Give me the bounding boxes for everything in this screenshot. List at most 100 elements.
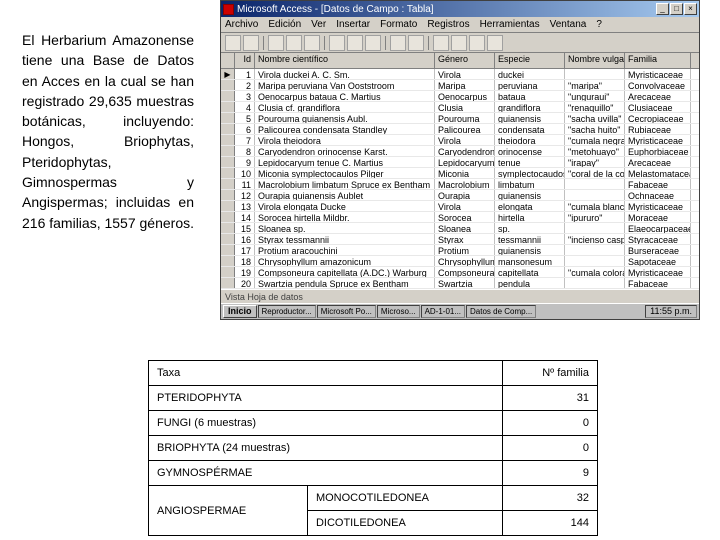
grid-cell[interactable]: Arecaceae (625, 157, 691, 167)
grid-cell[interactable]: Fabaceae (625, 179, 691, 189)
toolbar-icon[interactable] (408, 35, 424, 51)
grid-cell[interactable]: Chrysophyllum (435, 256, 495, 266)
grid-cell[interactable]: Virola (435, 69, 495, 79)
menu-item[interactable]: Insertar (336, 19, 370, 30)
grid-header[interactable]: Id (235, 53, 255, 68)
table-row[interactable]: 4Clusia cf. grandifloraClusiagrandiflora… (221, 102, 699, 113)
toolbar-icon[interactable] (347, 35, 363, 51)
grid-cell[interactable]: Myristicaceae (625, 267, 691, 277)
grid-cell[interactable]: Cecropiaceae (625, 113, 691, 123)
grid-cell[interactable]: symplectocaudos (495, 168, 565, 178)
data-grid[interactable]: Id Nombre científico Género Especie Nomb… (221, 53, 699, 291)
grid-header[interactable]: Género (435, 53, 495, 68)
grid-cell[interactable]: "irapay" (565, 157, 625, 167)
grid-cell[interactable]: 19 (235, 267, 255, 277)
grid-cell[interactable]: Sorocea hirtella Mildbr. (255, 212, 435, 222)
grid-cell[interactable]: Protium (435, 245, 495, 255)
grid-cell[interactable]: 4 (235, 102, 255, 112)
grid-cell[interactable]: Pourouma guianensis Aubl. (255, 113, 435, 123)
grid-cell[interactable]: grandiflora (495, 102, 565, 112)
grid-cell[interactable]: 14 (235, 212, 255, 222)
taskbar-item[interactable]: Datos de Comp... (466, 305, 536, 318)
grid-cell[interactable] (565, 179, 625, 189)
grid-cell[interactable]: elongata (495, 201, 565, 211)
menu-item[interactable]: Ver (311, 19, 326, 30)
grid-cell[interactable]: Rubiaceae (625, 124, 691, 134)
toolbar-icon[interactable] (329, 35, 345, 51)
grid-cell[interactable] (221, 256, 235, 266)
grid-cell[interactable]: Clusia cf. grandiflora (255, 102, 435, 112)
table-row[interactable]: 19Compsoneura capitellata (A.DC.) Warbur… (221, 267, 699, 278)
grid-cell[interactable]: "ipururo" (565, 212, 625, 222)
grid-cell[interactable]: "cumala colorada" (565, 267, 625, 277)
toolbar-icon[interactable] (243, 35, 259, 51)
grid-cell[interactable]: 8 (235, 146, 255, 156)
grid-cell[interactable] (565, 190, 625, 200)
menu-item[interactable]: Herramientas (480, 19, 540, 30)
grid-cell[interactable]: Chrysophyllum amazonicum (255, 256, 435, 266)
grid-cell[interactable]: "coral de la costa" (565, 168, 625, 178)
grid-cell[interactable] (221, 168, 235, 178)
grid-cell[interactable]: Ourapia guianensis Aublet (255, 190, 435, 200)
grid-cell[interactable]: "incienso caspi" (565, 234, 625, 244)
table-row[interactable]: 5Pourouma guianensis Aubl.Pouroumaguiane… (221, 113, 699, 124)
toolbar-icon[interactable] (286, 35, 302, 51)
grid-cell[interactable]: Fabaceae (625, 278, 691, 288)
grid-cell[interactable]: 20 (235, 278, 255, 288)
taskbar-item[interactable]: Reproductor... (258, 305, 316, 318)
grid-cell[interactable]: "sacha huito" (565, 124, 625, 134)
grid-cell[interactable]: Sloanea (435, 223, 495, 233)
grid-header[interactable]: Nombre científico (255, 53, 435, 68)
grid-cell[interactable]: Arecaceae (625, 91, 691, 101)
grid-cell[interactable]: Caryodendron (435, 146, 495, 156)
grid-cell[interactable]: Clusiaceae (625, 102, 691, 112)
grid-cell[interactable]: tessmannii (495, 234, 565, 244)
grid-cell[interactable]: 6 (235, 124, 255, 134)
table-row[interactable]: 7Virola theiodoraVirolatheiodora"cumala … (221, 135, 699, 146)
grid-header[interactable] (221, 53, 235, 68)
toolbar-icon[interactable] (225, 35, 241, 51)
grid-cell[interactable]: 16 (235, 234, 255, 244)
menu-item[interactable]: Archivo (225, 19, 258, 30)
grid-cell[interactable]: 15 (235, 223, 255, 233)
menu-item[interactable]: ? (596, 19, 602, 30)
grid-cell[interactable]: Virola (435, 201, 495, 211)
grid-cell[interactable]: Ochnaceae (625, 190, 691, 200)
grid-cell[interactable]: 10 (235, 168, 255, 178)
grid-cell[interactable]: 17 (235, 245, 255, 255)
grid-cell[interactable]: "maripa" (565, 80, 625, 90)
toolbar-icon[interactable] (304, 35, 320, 51)
menu-item[interactable]: Edición (268, 19, 301, 30)
grid-cell[interactable] (221, 91, 235, 101)
grid-cell[interactable]: Virola (435, 135, 495, 145)
grid-cell[interactable] (221, 113, 235, 123)
table-row[interactable]: 20Swartzia pendula Spruce ex BenthamSwar… (221, 278, 699, 289)
grid-cell[interactable]: 9 (235, 157, 255, 167)
grid-cell[interactable]: tenue (495, 157, 565, 167)
grid-cell[interactable] (221, 179, 235, 189)
grid-cell[interactable]: "metohuayo" (565, 146, 625, 156)
grid-cell[interactable]: 18 (235, 256, 255, 266)
table-row[interactable]: 3Oenocarpus bataua C. MartiusOenocarpusb… (221, 91, 699, 102)
grid-cell[interactable]: Virola theiodora (255, 135, 435, 145)
grid-cell[interactable]: Myristicaceae (625, 69, 691, 79)
grid-cell[interactable]: Elaeocarpaceae (625, 223, 691, 233)
grid-cell[interactable]: Styracaceae (625, 234, 691, 244)
grid-cell[interactable] (565, 256, 625, 266)
table-row[interactable]: 17Protium aracouchiniProtiumguianensisBu… (221, 245, 699, 256)
grid-cell[interactable]: theiodora (495, 135, 565, 145)
grid-cell[interactable]: Myristicaceae (625, 135, 691, 145)
table-row[interactable]: 10Miconia symplectocaulos PilgerMiconias… (221, 168, 699, 179)
grid-cell[interactable]: "unguraui" (565, 91, 625, 101)
grid-cell[interactable]: Compsoneura capitellata (A.DC.) Warburg (255, 267, 435, 277)
table-row[interactable]: 6Palicourea condensata StandleyPalicoure… (221, 124, 699, 135)
table-row[interactable]: 9Lepidocaryum tenue C. MartiusLepidocary… (221, 157, 699, 168)
table-row[interactable]: 14Sorocea hirtella Mildbr.Soroceahirtell… (221, 212, 699, 223)
grid-cell[interactable]: Pourouma (435, 113, 495, 123)
grid-cell[interactable]: Swartzia (435, 278, 495, 288)
taskbar-item[interactable]: Microsoft Po... (317, 305, 376, 318)
grid-cell[interactable]: sp. (495, 223, 565, 233)
grid-cell[interactable]: Burseraceae (625, 245, 691, 255)
grid-cell[interactable]: Lepidocaryum tenue C. Martius (255, 157, 435, 167)
grid-header[interactable]: Nombre vulgar (565, 53, 625, 68)
